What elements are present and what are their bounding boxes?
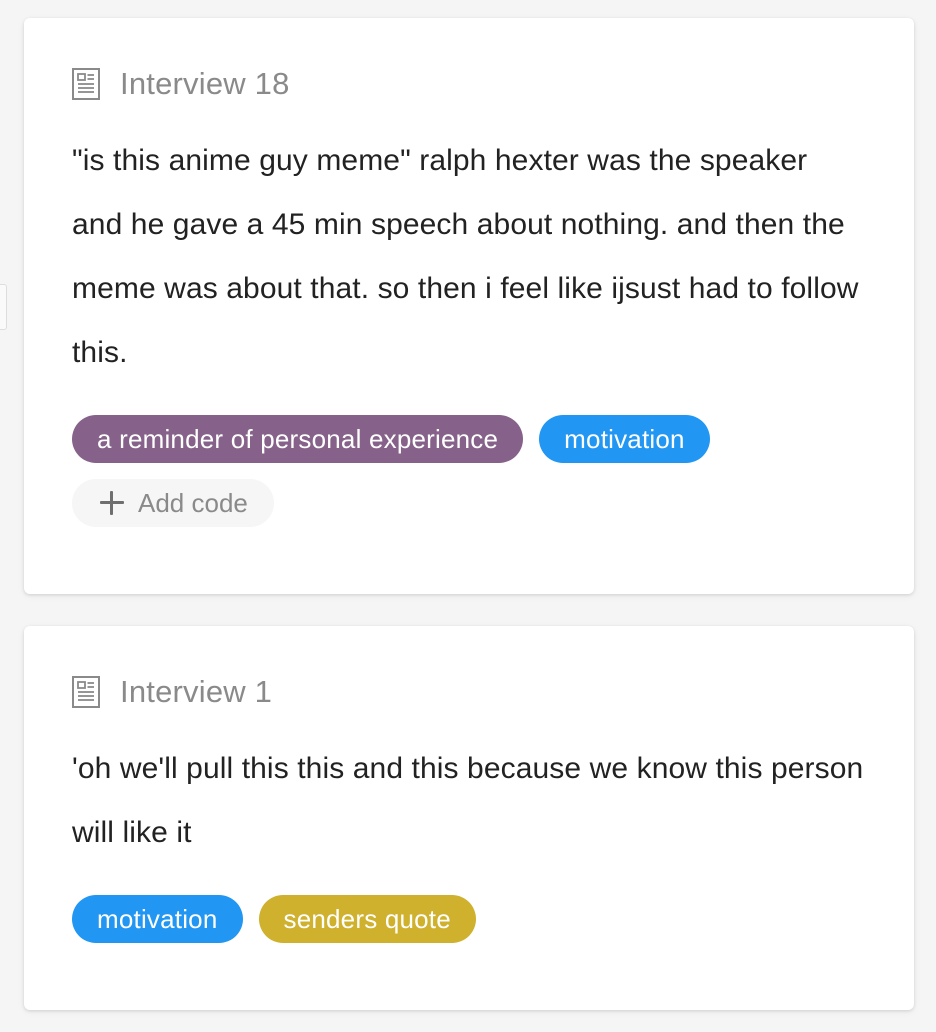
- quote-card[interactable]: Interview 18 "is this anime guy meme" ra…: [24, 18, 914, 594]
- code-tag-senders-quote[interactable]: senders quote: [258, 895, 476, 943]
- plus-icon: [100, 491, 124, 515]
- code-list: motivation senders quote: [72, 895, 866, 943]
- document-icon: [72, 68, 100, 100]
- quote-card[interactable]: Interview 1 'oh we'll pull this this and…: [24, 626, 914, 1010]
- add-code-label: Add code: [138, 487, 248, 518]
- interview-title[interactable]: Interview 1: [120, 674, 272, 710]
- code-tag-personal-experience[interactable]: a reminder of personal experience: [72, 415, 524, 463]
- document-icon: [72, 676, 100, 708]
- quotes-panel: Interview 18 "is this anime guy meme" ra…: [0, 0, 936, 1032]
- card-header: Interview 18: [72, 63, 866, 105]
- quote-text: 'oh we'll pull this this and this becaus…: [72, 752, 864, 849]
- code-list: a reminder of personal experience motiva…: [72, 415, 866, 527]
- interview-title[interactable]: Interview 18: [120, 66, 290, 102]
- add-code-button[interactable]: Add code: [72, 479, 274, 527]
- card-header: Interview 1: [72, 671, 866, 713]
- code-tag-motivation[interactable]: motivation: [539, 415, 710, 463]
- quote-text: "is this anime guy meme" ralph hexter wa…: [72, 144, 859, 369]
- side-panel-handle[interactable]: [0, 284, 7, 330]
- code-tag-motivation[interactable]: motivation: [72, 895, 243, 943]
